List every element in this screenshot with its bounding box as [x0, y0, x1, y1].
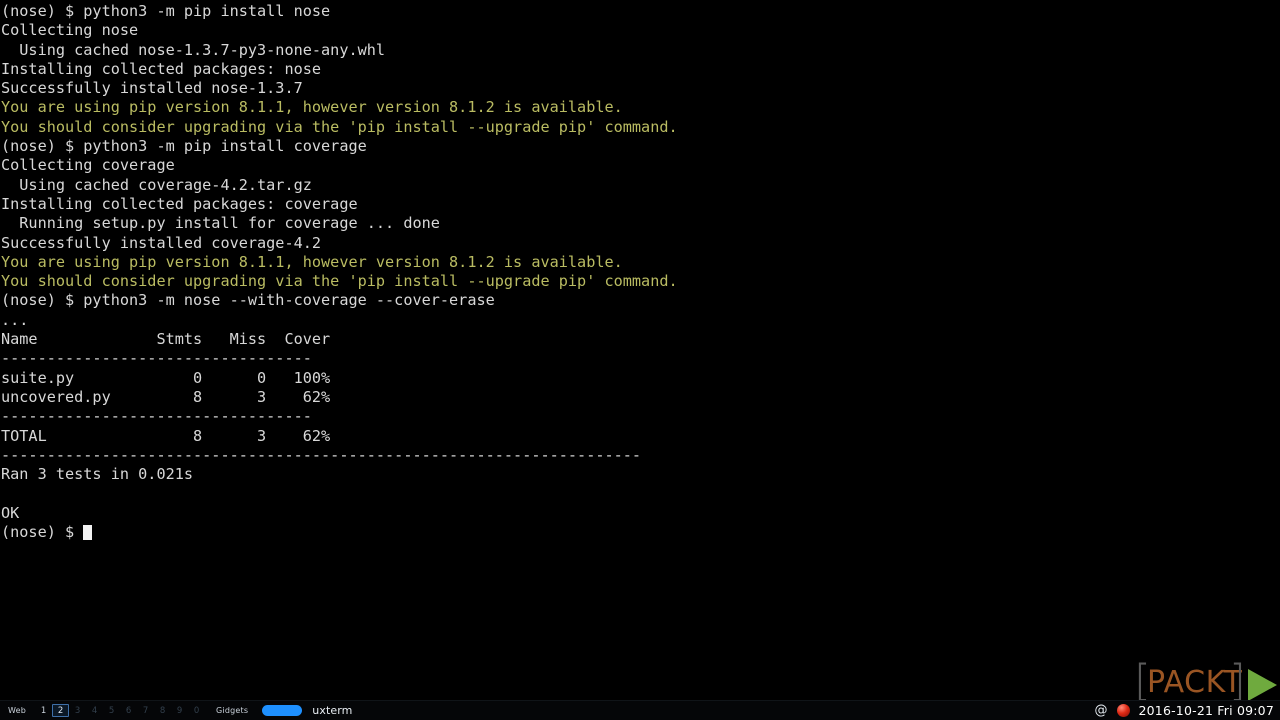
- coverage-table-row: uncovered.py 8 3 62%: [1, 387, 331, 406]
- taskbar-window-indicator[interactable]: [262, 705, 303, 716]
- test-result-status: OK: [1, 503, 20, 522]
- coverage-table-header: Name Stmts Miss Cover: [1, 330, 331, 349]
- workspace-button-8[interactable]: 8: [154, 704, 171, 717]
- terminal-line-warning: You should consider upgrading via the 'p…: [1, 272, 678, 291]
- terminal-line: Running setup.py install for coverage ..…: [1, 214, 440, 233]
- coverage-table-divider: ----------------------------------: [1, 349, 312, 368]
- terminal-line: ...: [1, 310, 29, 329]
- workspace-button-6[interactable]: 6: [120, 704, 137, 717]
- terminal-line: Successfully installed nose-1.3.7: [1, 79, 303, 98]
- terminal-line: Collecting coverage: [1, 156, 175, 175]
- taskbar-web-label[interactable]: Web: [8, 706, 26, 715]
- coverage-table-divider: ----------------------------------: [1, 407, 312, 426]
- terminal-line: Using cached nose-1.3.7-py3-none-any.whl: [1, 40, 386, 59]
- test-run-summary: Ran 3 tests in 0.021s: [1, 465, 194, 484]
- terminal-line: Using cached coverage-4.2.tar.gz: [1, 175, 312, 194]
- taskbar-window-title[interactable]: uxterm: [312, 704, 352, 717]
- terminal-line: Collecting nose: [1, 21, 139, 40]
- terminal-output: (nose) $ python3 -m pip install nose Col…: [0, 2, 1280, 542]
- test-summary-divider: ----------------------------------------…: [1, 445, 642, 464]
- coverage-table-total-row: TOTAL 8 3 62%: [1, 426, 331, 445]
- terminal-line-warning: You should consider upgrading via the 'p…: [1, 117, 678, 136]
- workspace-button-2[interactable]: 2: [52, 704, 70, 717]
- terminal-line-warning: You are using pip version 8.1.1, however…: [1, 98, 623, 117]
- terminal-line-warning: You are using pip version 8.1.1, however…: [1, 252, 623, 271]
- terminal-line: (nose) $ python3 -m pip install nose: [1, 2, 331, 20]
- at-symbol-icon[interactable]: @: [1094, 703, 1107, 718]
- taskbar: Web 1 2 3 4 5 6 7 8 9 0 Gidgets uxterm @…: [0, 700, 1280, 720]
- workspace-button-0[interactable]: 0: [188, 704, 205, 717]
- terminal-line: (nose) $ python3 -m nose --with-coverage…: [1, 291, 495, 310]
- taskbar-gidgets-label[interactable]: Gidgets: [216, 706, 248, 715]
- workspace-button-1[interactable]: 1: [35, 704, 52, 717]
- terminal-line: Installing collected packages: nose: [1, 59, 322, 78]
- workspace-button-7[interactable]: 7: [137, 704, 154, 717]
- workspace-button-9[interactable]: 9: [171, 704, 188, 717]
- taskbar-right-section: @ 2016-10-21 Fri 09:07: [1094, 701, 1280, 720]
- terminal-line: Successfully installed coverage-4.2: [1, 233, 322, 252]
- taskbar-left-section: Web 1 2 3 4 5 6 7 8 9 0 Gidgets uxterm: [0, 701, 352, 720]
- workspace-button-3[interactable]: 3: [69, 704, 86, 717]
- terminal-line: (nose) $ python3 -m pip install coverage: [1, 137, 367, 156]
- workspace-button-5[interactable]: 5: [103, 704, 120, 717]
- terminal-prompt-line[interactable]: (nose) $: [0, 523, 1280, 542]
- terminal-cursor: [83, 525, 93, 541]
- coverage-table-row: suite.py 0 0 100%: [1, 368, 331, 387]
- terminal-window[interactable]: (nose) $ python3 -m pip install nose Col…: [0, 0, 1280, 700]
- prompt-text: (nose) $: [1, 523, 84, 542]
- terminal-line: Installing collected packages: coverage: [1, 194, 358, 213]
- red-orb-icon[interactable]: [1117, 704, 1131, 717]
- taskbar-clock: 2016-10-21 Fri 09:07: [1138, 703, 1274, 718]
- workspace-button-4[interactable]: 4: [86, 704, 103, 717]
